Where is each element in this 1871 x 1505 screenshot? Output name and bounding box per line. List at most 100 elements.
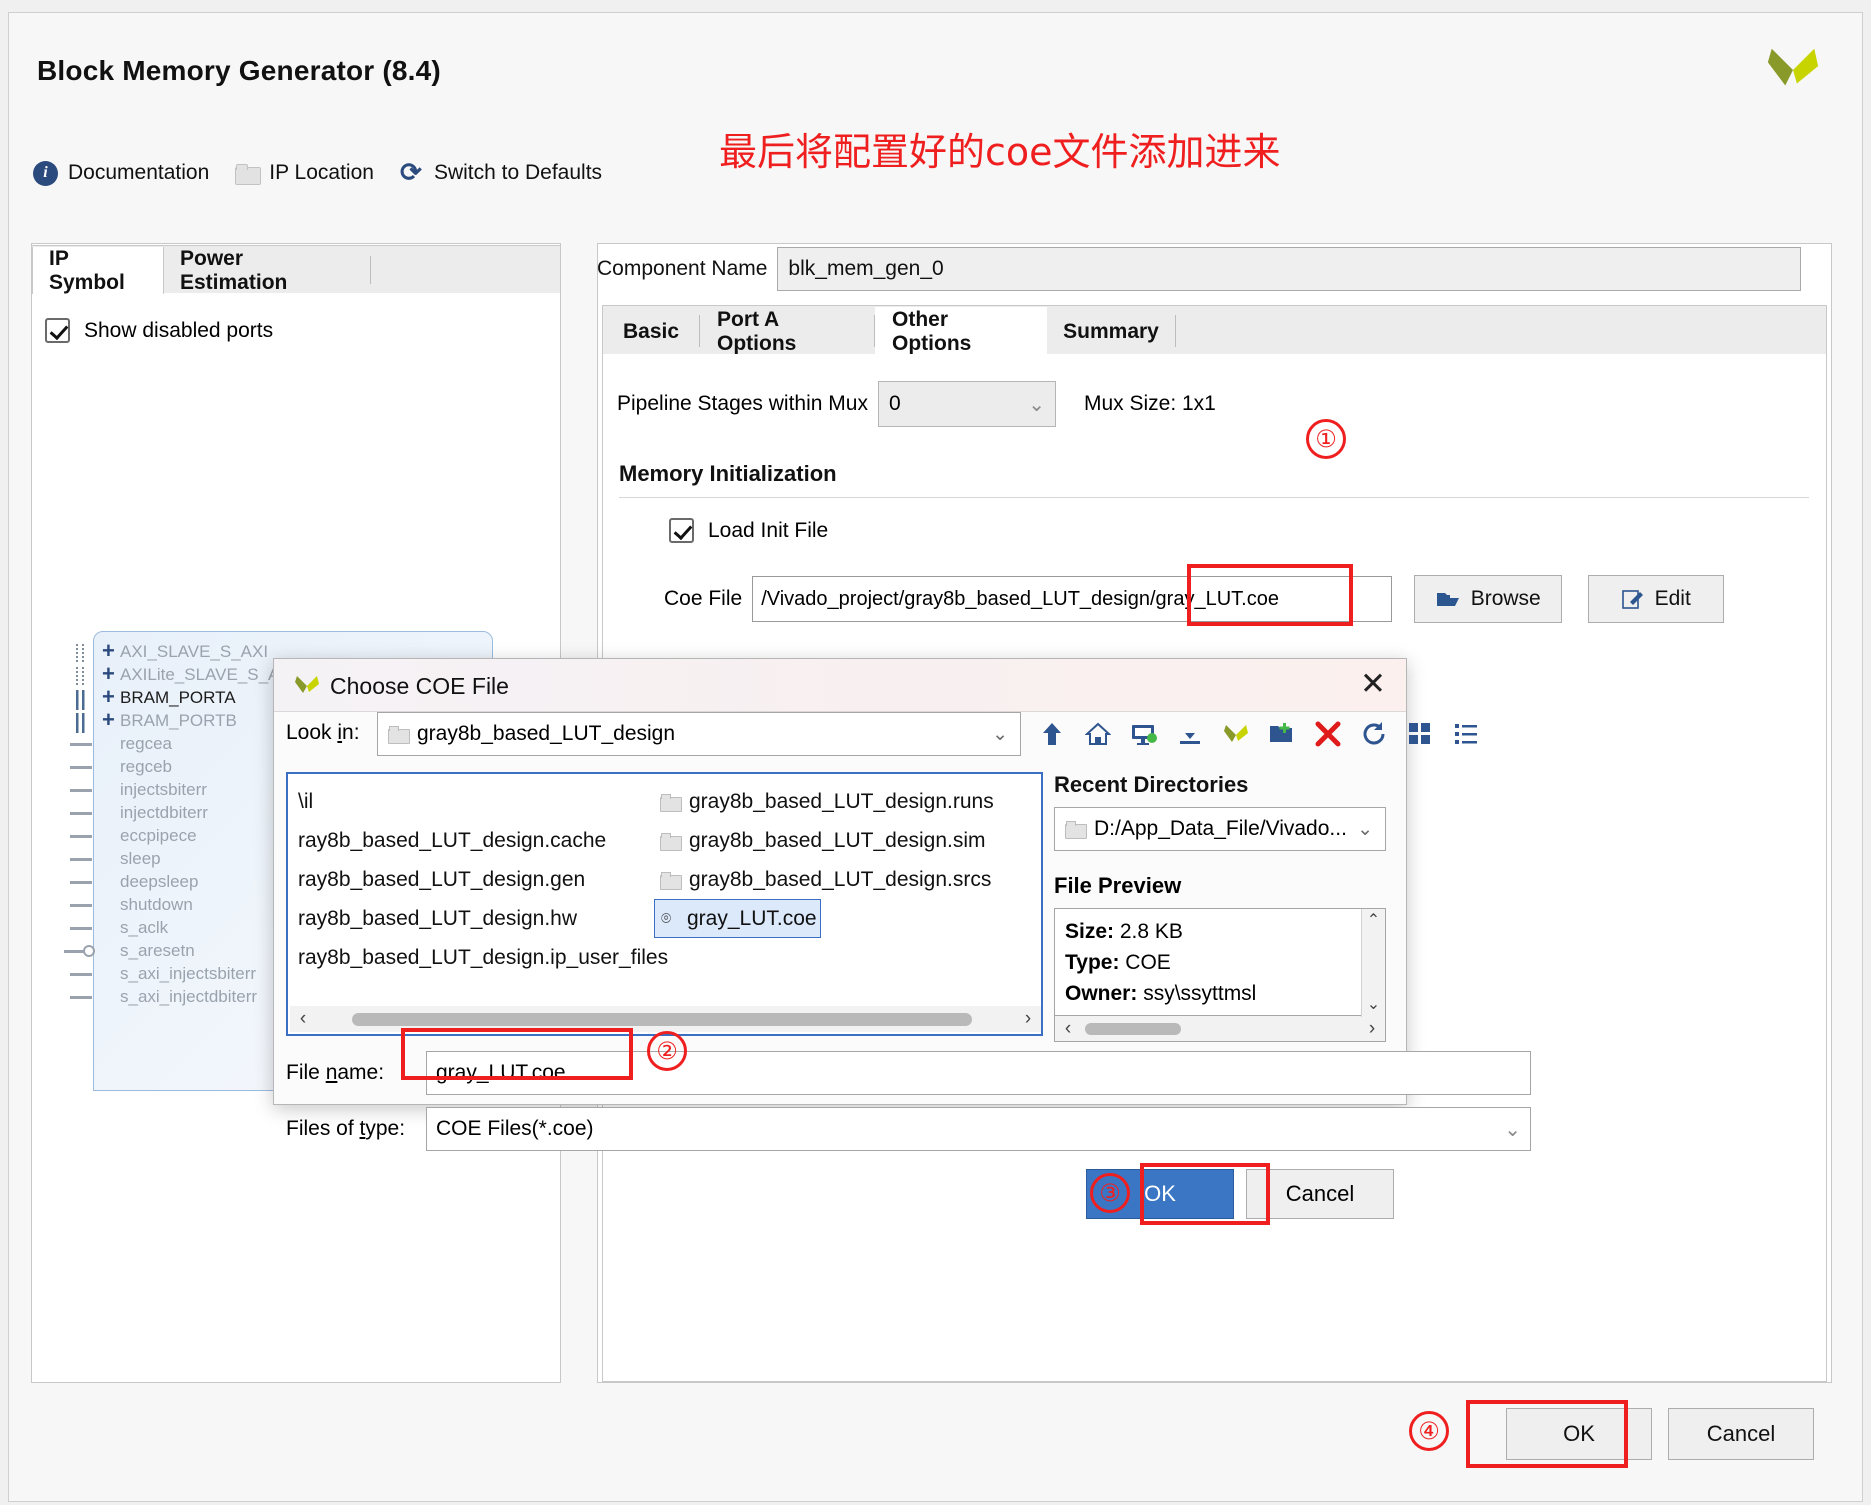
- list-item-label: ray8b_based_LUT_design.ip_user_files: [298, 945, 669, 969]
- cancel-button[interactable]: Cancel: [1668, 1408, 1814, 1460]
- load-init-file-checkbox[interactable]: Load Init File: [669, 518, 828, 543]
- recent-directories-select[interactable]: D:/App_Data_File/Vivado... ⌄: [1054, 807, 1386, 851]
- tab-ip-symbol[interactable]: IP Symbol: [32, 247, 164, 294]
- scroll-left-icon[interactable]: ‹: [1055, 1018, 1081, 1040]
- vivado-icon[interactable]: [1220, 718, 1252, 750]
- checkbox-icon: [669, 518, 694, 543]
- pin-icon: [70, 789, 92, 792]
- list-item[interactable]: gray8b_based_LUT_design.srcs: [654, 860, 1034, 899]
- chevron-down-icon: ⌄: [992, 723, 1008, 745]
- up-arrow-icon[interactable]: [1036, 718, 1068, 750]
- pin-icon: [70, 858, 92, 861]
- port-label: s_axi_injectsbiterr: [120, 964, 257, 983]
- block-memory-generator-window: Block Memory Generator (8.4) i Documenta…: [8, 12, 1863, 1502]
- list-item[interactable]: \il: [292, 782, 662, 821]
- delete-icon[interactable]: [1312, 718, 1344, 750]
- list-item-label: ray8b_based_LUT_design.hw: [298, 906, 578, 930]
- list-item-label: ray8b_based_LUT_design.gen: [298, 867, 586, 891]
- port-label: s_aresetn: [120, 941, 195, 960]
- scroll-left-icon[interactable]: ‹: [290, 1008, 316, 1030]
- edit-button[interactable]: Edit: [1588, 575, 1725, 623]
- vivado-logo-icon: [295, 676, 319, 693]
- preview-vertical-scrollbar[interactable]: ⌃ ⌄: [1361, 909, 1385, 1017]
- look-in-select[interactable]: gray8b_based_LUT_design ⌄: [377, 712, 1021, 756]
- scrollbar-thumb[interactable]: [1085, 1022, 1181, 1035]
- tab-power-estimation[interactable]: Power Estimation: [164, 247, 362, 294]
- download-icon[interactable]: [1174, 718, 1206, 750]
- browse-button[interactable]: Browse: [1414, 575, 1563, 623]
- pin-icon: [70, 835, 92, 838]
- file-list[interactable]: \il ray8b_based_LUT_design.cache ray8b_b…: [286, 772, 1043, 1036]
- step-marker-4: ④: [1409, 1411, 1449, 1451]
- desktop-icon[interactable]: [1128, 718, 1160, 750]
- pipeline-stages-value: 0: [888, 392, 901, 415]
- port-label: deepsleep: [120, 872, 199, 891]
- tab-power-estimation-label: Power Estimation: [180, 246, 288, 294]
- list-item[interactable]: gray8b_based_LUT_design.sim: [654, 821, 1034, 860]
- dialog-title: Choose COE File: [330, 673, 509, 699]
- close-icon[interactable]: ✕: [1356, 669, 1390, 702]
- port-label: injectsbiterr: [120, 780, 207, 799]
- file-preview-box: Size: 2.8 KB Type: COE Owner: ssy\ssyttm…: [1054, 908, 1386, 1017]
- list-item[interactable]: ray8b_based_LUT_design.hw: [292, 899, 662, 938]
- list-item[interactable]: ray8b_based_LUT_design.cache: [292, 821, 662, 860]
- pipeline-stages-select[interactable]: 0 ⌄: [877, 381, 1056, 427]
- show-disabled-ports-checkbox[interactable]: Show disabled ports: [45, 318, 273, 343]
- preview-type-label: Type:: [1065, 951, 1120, 974]
- pipeline-stages-label: Pipeline Stages within Mux: [617, 392, 868, 415]
- port-label: shutdown: [120, 895, 193, 914]
- files-of-type-value: COE Files(*.coe): [436, 1117, 594, 1140]
- preview-owner-row: Owner: ssy\ssyttmsl: [1065, 978, 1375, 1009]
- ip-location-button[interactable]: IP Location: [235, 161, 374, 185]
- scrollbar-thumb[interactable]: [352, 1012, 972, 1026]
- recent-directories-title: Recent Directories: [1054, 772, 1249, 797]
- annotation-note: 最后将配置好的coe文件添加进来: [719, 130, 1281, 174]
- step-marker-1: ①: [1306, 419, 1346, 459]
- tab-basic[interactable]: Basic: [603, 307, 699, 356]
- coe-file-icon: ⌾: [661, 909, 672, 928]
- list-item[interactable]: ray8b_based_LUT_design.gen: [292, 860, 662, 899]
- folder-icon: [660, 832, 682, 851]
- preview-size-label: Size:: [1065, 920, 1115, 943]
- pin-icon: [70, 743, 92, 746]
- file-list-column-right: gray8b_based_LUT_design.runs gray8b_base…: [654, 782, 1034, 938]
- recent-directories-value: D:/App_Data_File/Vivado...: [1094, 817, 1347, 840]
- tab-port-a-options-label: Port A Options: [717, 307, 797, 355]
- tab-port-a-options[interactable]: Port A Options: [700, 307, 874, 356]
- pin-icon: [70, 973, 92, 976]
- list-item-label: \il: [298, 789, 314, 813]
- files-of-type-select[interactable]: COE Files(*.coe) ⌄: [426, 1107, 1531, 1151]
- scroll-up-icon[interactable]: ⌃: [1362, 909, 1385, 933]
- list-item-label: gray8b_based_LUT_design.srcs: [689, 867, 992, 891]
- pencil-edit-icon: [1621, 590, 1643, 609]
- scroll-down-icon[interactable]: ⌄: [1362, 993, 1385, 1017]
- bus-connector-icon: [76, 713, 85, 733]
- list-item-label: gray_LUT.coe: [687, 906, 817, 930]
- component-name-input[interactable]: blk_mem_gen_0: [777, 247, 1802, 291]
- list-item-selected[interactable]: ⌾ gray_LUT.coe: [654, 899, 821, 938]
- expand-icon: +: [102, 661, 115, 686]
- port-label: regceb: [120, 757, 172, 776]
- inversion-bubble-icon: [83, 945, 95, 957]
- tab-divider: [1175, 315, 1176, 347]
- component-name-label: Component Name: [597, 257, 768, 280]
- pin-icon: [70, 881, 92, 884]
- switch-to-defaults-button[interactable]: ⟳ Switch to Defaults: [399, 157, 602, 187]
- list-view-icon[interactable]: [1450, 718, 1482, 750]
- tab-summary[interactable]: Summary: [1047, 307, 1175, 356]
- documentation-button[interactable]: i Documentation: [33, 160, 209, 186]
- tab-other-options[interactable]: Other Options: [875, 307, 1047, 356]
- home-icon[interactable]: [1082, 718, 1114, 750]
- scroll-right-icon[interactable]: ›: [1359, 1018, 1385, 1040]
- grid-view-icon[interactable]: [1404, 718, 1436, 750]
- refresh-icon[interactable]: [1358, 718, 1390, 750]
- list-item[interactable]: ray8b_based_LUT_design.ip_user_files: [292, 938, 668, 977]
- refresh-icon: ⟳: [399, 157, 422, 187]
- preview-size-value: 2.8 KB: [1119, 920, 1183, 943]
- preview-horizontal-scrollbar[interactable]: ‹ ›: [1054, 1016, 1386, 1042]
- new-folder-icon[interactable]: [1266, 718, 1298, 750]
- dialog-ok-highlight: [1140, 1163, 1270, 1225]
- list-item[interactable]: gray8b_based_LUT_design.runs: [654, 782, 1034, 821]
- list-item-label: gray8b_based_LUT_design.sim: [689, 828, 986, 852]
- scroll-right-icon[interactable]: ›: [1015, 1008, 1041, 1030]
